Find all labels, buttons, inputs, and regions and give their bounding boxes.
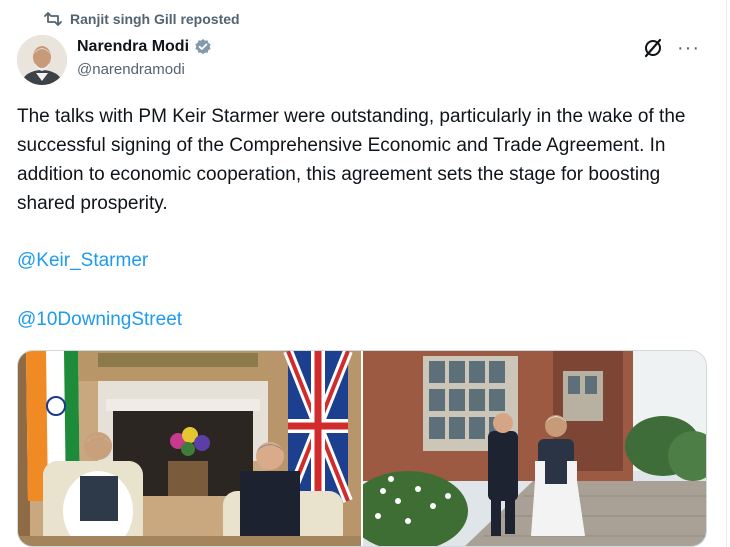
- repost-icon: [44, 11, 62, 27]
- tweet-media: [17, 350, 707, 547]
- mention-10-downing-street[interactable]: @10DowningStreet: [17, 309, 182, 331]
- repost-indicator: Ranjit singh Gill reposted: [44, 9, 240, 29]
- mention-keir-starmer[interactable]: @Keir_Starmer: [17, 250, 148, 272]
- tweet-card[interactable]: Ranjit singh Gill reposted Narendra Modi…: [0, 0, 727, 547]
- verified-badge-icon[interactable]: [194, 38, 212, 56]
- tweet-text: The talks with PM Keir Starmer were outs…: [17, 102, 707, 218]
- more-options-icon[interactable]: ···: [677, 38, 700, 58]
- author-info: Narendra Modi @narendramodi: [77, 36, 212, 78]
- repost-text[interactable]: Ranjit singh Gill reposted: [70, 11, 240, 27]
- author-name[interactable]: Narendra Modi: [77, 38, 189, 56]
- tweet-top-actions: ···: [643, 38, 700, 58]
- tweet-body: The talks with PM Keir Starmer were outs…: [17, 106, 686, 214]
- grok-icon[interactable]: [643, 38, 663, 58]
- photo-meeting[interactable]: [18, 351, 361, 546]
- author-handle[interactable]: @narendramodi: [77, 61, 212, 78]
- photo-walking[interactable]: [363, 351, 706, 546]
- avatar[interactable]: [17, 35, 67, 85]
